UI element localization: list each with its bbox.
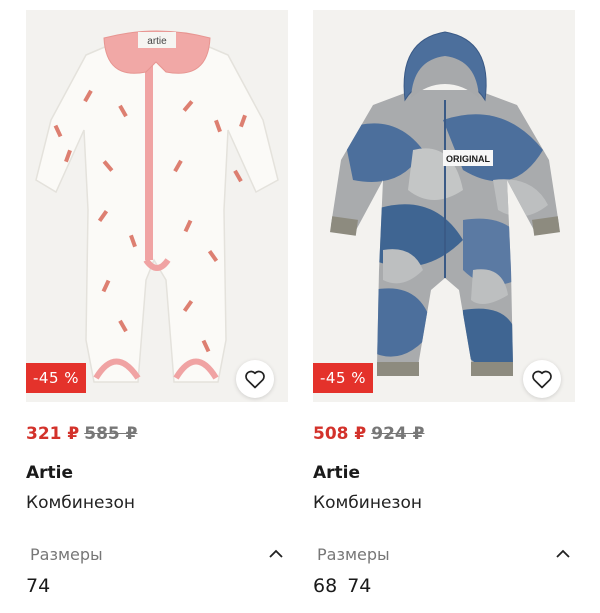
discount-badge: -45 % [26,363,86,393]
brand-name[interactable]: Artie [26,463,73,483]
sizes-toggle[interactable]: Размеры [313,540,575,568]
discount-badge: -45 % [313,363,373,393]
favorite-button[interactable] [523,360,561,398]
product-name[interactable]: Комбинезон [313,493,422,513]
chevron-up-icon [556,549,570,558]
size-options: 68 74 [313,575,381,597]
sizes-label: Размеры [317,544,390,564]
sale-price: 321 ₽ [26,424,80,444]
brand-name[interactable]: Artie [313,463,360,483]
chevron-up-icon [269,549,283,558]
old-price: 924 ₽ [371,424,425,444]
heart-outline-icon [532,370,552,389]
heart-outline-icon [245,370,265,389]
product-name[interactable]: Комбинезон [26,493,135,513]
onesie-illustration: artie [26,10,288,402]
chest-label: ORIGINAL [446,154,491,164]
price-row: 508 ₽924 ₽ [313,424,424,444]
collar-label: artie [147,36,167,47]
product-image[interactable]: ORIGINAL -45 % [313,10,575,402]
favorite-button[interactable] [236,360,274,398]
price-row: 321 ₽585 ₽ [26,424,137,444]
size-option[interactable]: 68 [313,575,337,597]
sizes-label: Размеры [30,544,103,564]
sizes-toggle[interactable]: Размеры [26,540,288,568]
size-option[interactable]: 74 [26,575,50,597]
old-price: 585 ₽ [84,424,138,444]
size-option[interactable]: 74 [347,575,371,597]
jumpsuit-illustration: ORIGINAL [313,10,575,402]
product-card[interactable]: ORIGINAL -45 % 508 ₽924 ₽ Artie Комбинез… [313,0,575,613]
product-card[interactable]: artie -45 % 321 ₽ 585 ₽ Artie Комбинезон… [26,0,288,613]
size-options: 74 [26,575,60,597]
sale-price: 508 ₽ [313,424,367,444]
product-image[interactable]: artie -45 % [26,10,288,402]
